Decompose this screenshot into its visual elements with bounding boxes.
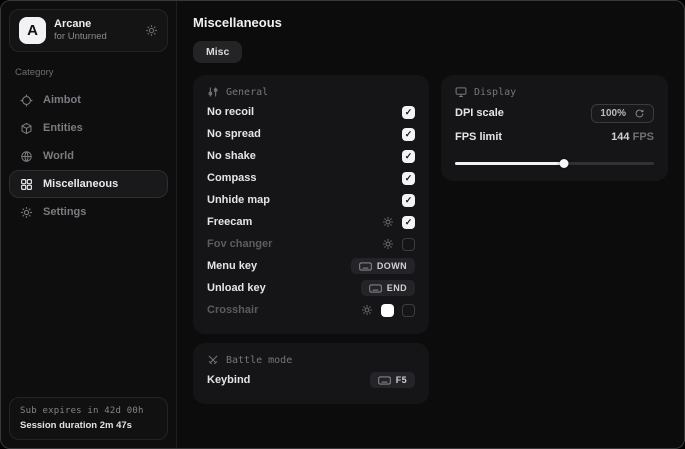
battle-panel-header: Battle mode: [207, 354, 415, 366]
display-panel-header: Display: [455, 86, 654, 98]
general-panel-header: General: [207, 86, 415, 98]
setting-row-menu-key: Menu key DOWN: [207, 255, 415, 277]
keyboard-icon: [378, 376, 391, 385]
setting-row-crosshair: Crosshair: [207, 299, 415, 321]
setting-row-keybind: Keybind F5: [207, 369, 415, 391]
keyboard-icon: [359, 262, 372, 271]
swords-icon: [207, 354, 219, 366]
checkbox[interactable]: ✓: [402, 216, 415, 229]
fps-limit-slider[interactable]: [455, 159, 654, 168]
keybind-chip[interactable]: END: [361, 280, 415, 296]
checkbox[interactable]: [402, 304, 415, 317]
subscription-card: Sub expires in 42d 00h Session duration …: [9, 397, 168, 440]
checkbox[interactable]: ✓: [402, 128, 415, 141]
gear-icon[interactable]: [145, 24, 158, 37]
page-title: Miscellaneous: [193, 15, 668, 30]
general-panel: General No recoil ✓ No spread ✓ No shake…: [193, 75, 429, 334]
category-label: Category: [15, 67, 162, 78]
sidebar-item-aimbot[interactable]: Aimbot: [9, 86, 168, 114]
checkbox[interactable]: ✓: [402, 172, 415, 185]
battle-panel-title: Battle mode: [226, 355, 292, 366]
checkbox[interactable]: ✓: [402, 194, 415, 207]
checkbox[interactable]: ✓: [402, 150, 415, 163]
sidebar-item-label: Settings: [43, 206, 86, 218]
main-content: Miscellaneous Misc General No recoil ✓: [177, 1, 684, 448]
sidebar-item-settings[interactable]: Settings: [9, 198, 168, 226]
setting-row-unhide-map: Unhide map ✓: [207, 189, 415, 211]
cube-icon: [20, 122, 33, 135]
setting-row-no-shake: No shake ✓: [207, 145, 415, 167]
keybind-chip[interactable]: DOWN: [351, 258, 415, 274]
app-header-card[interactable]: A Arcane for Unturned: [9, 9, 168, 52]
setting-row-fps-limit: FPS limit 144 FPS: [455, 125, 654, 149]
gear-icon[interactable]: [361, 304, 373, 316]
slider-handle[interactable]: [560, 159, 569, 168]
app-name: Arcane: [54, 18, 107, 32]
keyboard-icon: [369, 284, 382, 293]
crosshair-icon: [20, 94, 33, 107]
sidebar: A Arcane for Unturned Category Aimbot En…: [1, 1, 177, 448]
gear-icon: [20, 206, 33, 219]
sub-expiry-text: Sub expires in 42d 00h: [20, 406, 157, 416]
globe-icon: [20, 150, 33, 163]
app-subtitle: for Unturned: [54, 31, 107, 43]
general-panel-title: General: [226, 87, 268, 98]
panels-container: General No recoil ✓ No spread ✓ No shake…: [193, 75, 668, 404]
checkbox[interactable]: [402, 238, 415, 251]
fps-limit-value: 144 FPS: [611, 131, 654, 143]
color-swatch[interactable]: [381, 304, 394, 317]
gear-icon[interactable]: [382, 238, 394, 250]
sidebar-item-label: Entities: [43, 122, 83, 134]
checkbox[interactable]: ✓: [402, 106, 415, 119]
app-logo: A: [19, 17, 46, 44]
setting-row-unload-key: Unload key END: [207, 277, 415, 299]
display-panel: Display DPI scale 100% FPS limit: [441, 75, 668, 181]
sidebar-item-label: Aimbot: [43, 94, 81, 106]
gear-icon[interactable]: [382, 216, 394, 228]
setting-row-no-spread: No spread ✓: [207, 123, 415, 145]
sliders-icon: [207, 86, 219, 98]
sidebar-item-label: Miscellaneous: [43, 178, 118, 190]
setting-row-freecam: Freecam ✓: [207, 211, 415, 233]
display-panel-title: Display: [474, 87, 516, 98]
keybind-chip[interactable]: F5: [370, 372, 415, 388]
setting-row-fov-changer: Fov changer: [207, 233, 415, 255]
tab-misc[interactable]: Misc: [193, 41, 242, 63]
keybind-value: F5: [396, 375, 407, 385]
dpi-scale-control[interactable]: 100%: [591, 104, 654, 123]
sidebar-item-miscellaneous[interactable]: Miscellaneous: [9, 170, 168, 198]
keybind-value: DOWN: [377, 261, 407, 271]
setting-row-no-recoil: No recoil ✓: [207, 101, 415, 123]
slider-fill: [455, 162, 564, 165]
app-titles: Arcane for Unturned: [54, 18, 107, 44]
refresh-icon[interactable]: [634, 108, 645, 119]
app-window: A Arcane for Unturned Category Aimbot En…: [0, 0, 685, 449]
left-column: General No recoil ✓ No spread ✓ No shake…: [193, 75, 429, 404]
sidebar-item-label: World: [43, 150, 74, 162]
right-column: Display DPI scale 100% FPS limit: [441, 75, 668, 181]
dpi-value: 100%: [600, 108, 626, 119]
setting-row-compass: Compass ✓: [207, 167, 415, 189]
grid-icon: [20, 178, 33, 191]
keybind-value: END: [387, 283, 407, 293]
session-duration-text: Session duration 2m 47s: [20, 420, 157, 431]
sidebar-item-entities[interactable]: Entities: [9, 114, 168, 142]
monitor-icon: [455, 86, 467, 98]
setting-row-dpi-scale: DPI scale 100%: [455, 101, 654, 125]
sidebar-item-world[interactable]: World: [9, 142, 168, 170]
battle-mode-panel: Battle mode Keybind F5: [193, 343, 429, 404]
